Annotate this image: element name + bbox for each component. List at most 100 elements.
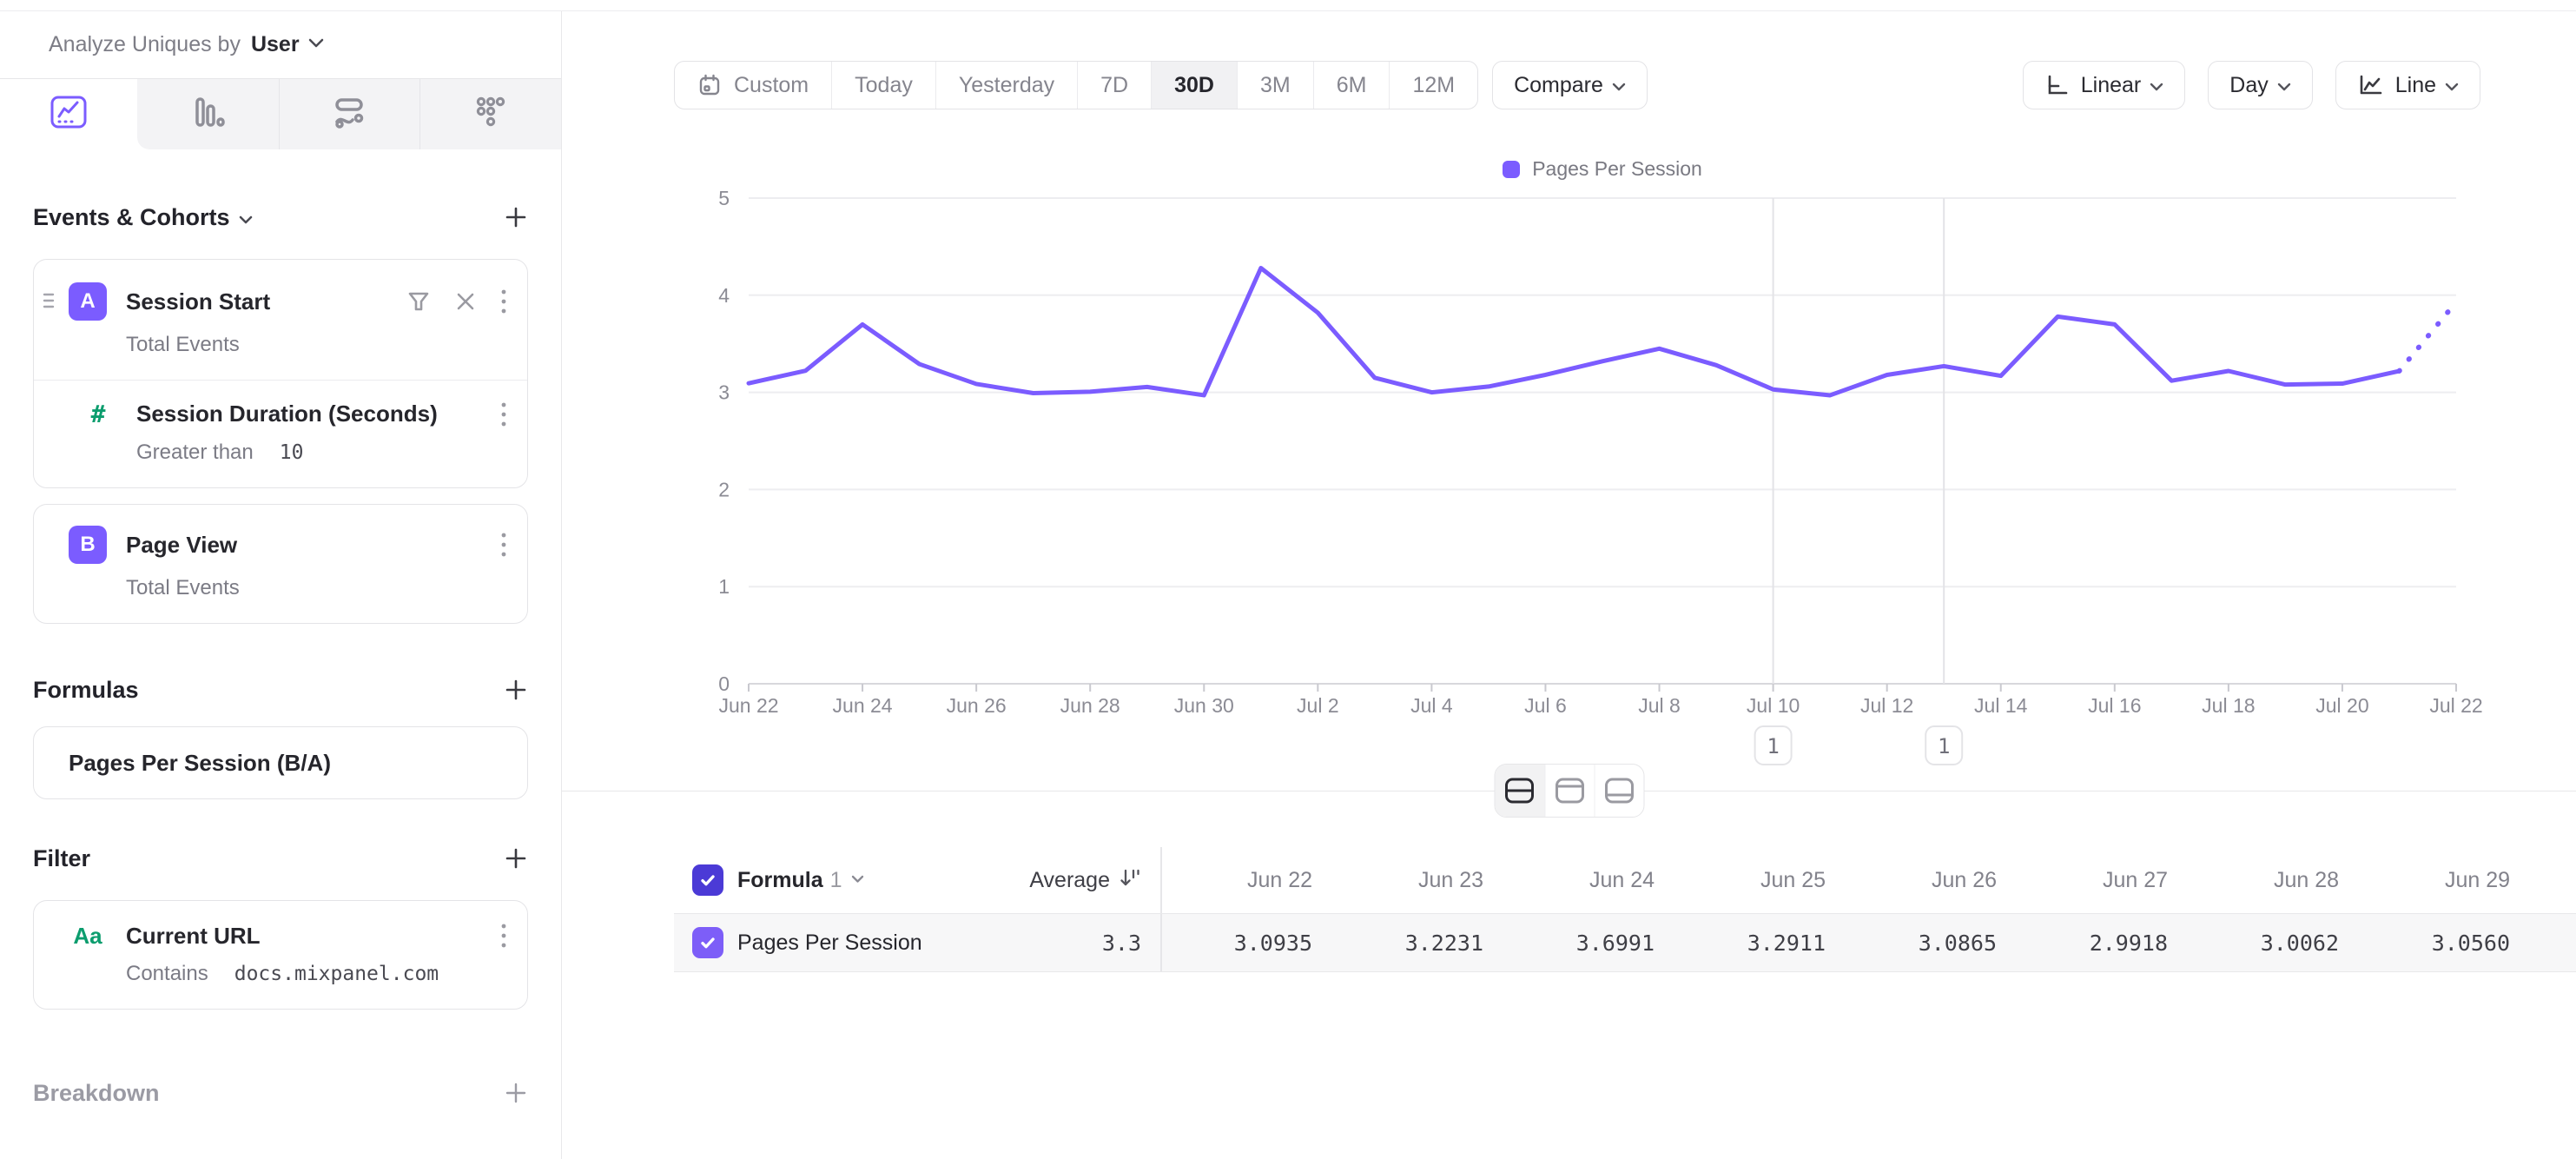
filter-card-current-url: Aa Current URL Contains docs.mixpanel.co… [33,900,528,1010]
filter-funnel-icon[interactable] [406,288,432,315]
bar-chart-icon [188,93,227,136]
row-value: 3.0935 [1162,931,1333,956]
flow-chart-icon [330,93,368,136]
svg-text:Jul 22: Jul 22 [2429,694,2482,717]
drag-handle-icon[interactable] [43,291,56,315]
results-table: Formula 1 Average [674,847,2576,972]
kebab-menu-icon[interactable] [499,401,508,428]
row-value: 3.2911 [1675,931,1846,956]
breakdown-section-header: Breakdown [33,1074,528,1112]
svg-text:2: 2 [718,478,730,500]
table-header-row: Formula 1 Average [674,847,2576,913]
row-value: 2.9918 [2018,931,2189,956]
event-title[interactable]: Session Start [126,288,383,315]
date-column-header[interactable]: Jun 23 [1333,868,1504,893]
event-aggregation[interactable]: Total Events [34,321,527,380]
metric-grid-icon [472,93,510,136]
analyze-uniques-header: Analyze Uniques by User [0,11,561,79]
string-property-icon: Aa [69,923,107,950]
remove-event-icon[interactable] [454,290,477,313]
events-cohorts-section-header: Events & Cohorts [33,198,528,236]
event-letter-badge: B [69,526,107,564]
filter-section-header: Filter [33,839,528,878]
query-sidebar: Analyze Uniques by User [0,11,562,1159]
analyze-uniques-value[interactable]: User [251,32,300,57]
layout-toggle [1494,764,1644,818]
add-filter-button[interactable] [504,846,528,871]
series-column-label[interactable]: Formula [737,868,823,893]
date-column-header[interactable]: Jun 26 [1846,868,2018,893]
event-card-session-start: A Session Start Total Events # [33,259,528,488]
average-column-header[interactable]: Average [1029,866,1160,895]
filter-operator[interactable]: Contains [126,962,208,986]
date-column-header[interactable]: Jun 25 [1675,868,1846,893]
svg-text:Jul 16: Jul 16 [2088,694,2141,717]
property-value[interactable]: 10 [280,441,304,464]
svg-text:1: 1 [1767,734,1779,758]
property-title[interactable]: Session Duration (Seconds) [136,401,477,427]
svg-text:4: 4 [718,284,730,307]
event-aggregation[interactable]: Total Events [34,564,527,623]
toggle-chart-view[interactable] [1544,765,1594,817]
tab-metric-grid[interactable] [419,79,561,149]
row-value: 3.0560 [2360,931,2531,956]
chevron-down-icon[interactable] [308,37,324,53]
row-average-value: 3.3 [1102,931,1160,956]
sort-descending-icon [1119,866,1141,895]
svg-text:Jun 22: Jun 22 [718,694,778,717]
add-breakdown-button[interactable] [504,1081,528,1105]
row-value: 3.0062 [2189,931,2360,956]
event-title[interactable]: Page View [126,532,477,559]
row-value: 3.2231 [1333,931,1504,956]
formula-name: Pages Per Session (B/A) [69,750,331,777]
svg-text:Jul 6: Jul 6 [1524,694,1567,717]
add-formula-button[interactable] [504,678,528,702]
svg-text:Jul 4: Jul 4 [1410,694,1453,717]
tab-bar-chart[interactable] [137,79,279,149]
chevron-down-icon[interactable] [239,204,253,231]
event-letter-badge: A [69,282,107,321]
row-series-name: Pages Per Session [737,931,922,956]
formula-card[interactable]: Pages Per Session (B/A) [33,726,528,799]
filter-value[interactable]: docs.mixpanel.com [234,963,439,985]
events-cohorts-title: Events & Cohorts [33,204,253,231]
row-value: 3.6991 [1504,931,1675,956]
date-column-header[interactable]: Jun 24 [1504,868,1675,893]
kebab-menu-icon[interactable] [499,922,508,950]
analyze-uniques-label: Analyze Uniques by [49,32,241,57]
date-column-header[interactable]: Jun 28 [2189,868,2360,893]
filter-title: Filter [33,845,90,872]
svg-text:Jul 12: Jul 12 [1860,694,1913,717]
line-chart[interactable]: 012345Jun 22Jun 24Jun 26Jun 28Jun 30Jul … [562,94,2576,789]
kebab-menu-icon[interactable] [499,288,508,315]
mixpanel-insights-app: Analyze Uniques by User [0,0,2576,1159]
toggle-split-view[interactable] [1495,765,1544,817]
select-all-checkbox[interactable] [692,864,723,896]
svg-text:Jul 10: Jul 10 [1747,694,1800,717]
date-column-header[interactable]: Jun 22 [1162,868,1333,893]
svg-text:Jul 14: Jul 14 [1974,694,2028,717]
chevron-down-icon[interactable] [851,872,864,888]
sidebar-content: Events & Cohorts A Session Start [0,198,561,1112]
svg-text:0: 0 [718,672,730,695]
row-checkbox[interactable] [692,927,723,958]
table-row[interactable]: Pages Per Session 3.3 3.0935 3.2231 3.69… [674,913,2576,972]
filter-property-title[interactable]: Current URL [126,923,477,950]
kebab-menu-icon[interactable] [499,531,508,559]
toggle-table-view[interactable] [1594,765,1643,817]
line-chart-icon [49,92,89,136]
svg-text:5: 5 [718,187,730,209]
tab-flow-chart[interactable] [279,79,420,149]
svg-text:Jul 18: Jul 18 [2202,694,2255,717]
tab-line-chart[interactable] [0,79,137,149]
date-column-header[interactable]: Jun 29 [2360,868,2531,893]
svg-text:Jun 28: Jun 28 [1060,694,1120,717]
event-card-page-view: B Page View Total Events [33,504,528,624]
series-column-number: 1 [830,868,842,893]
add-event-button[interactable] [504,205,528,229]
svg-text:Jun 24: Jun 24 [833,694,893,717]
svg-text:1: 1 [718,575,730,598]
date-column-header[interactable]: Jun 27 [2018,868,2189,893]
breakdown-title: Breakdown [33,1080,160,1107]
property-operator[interactable]: Greater than [136,440,254,465]
